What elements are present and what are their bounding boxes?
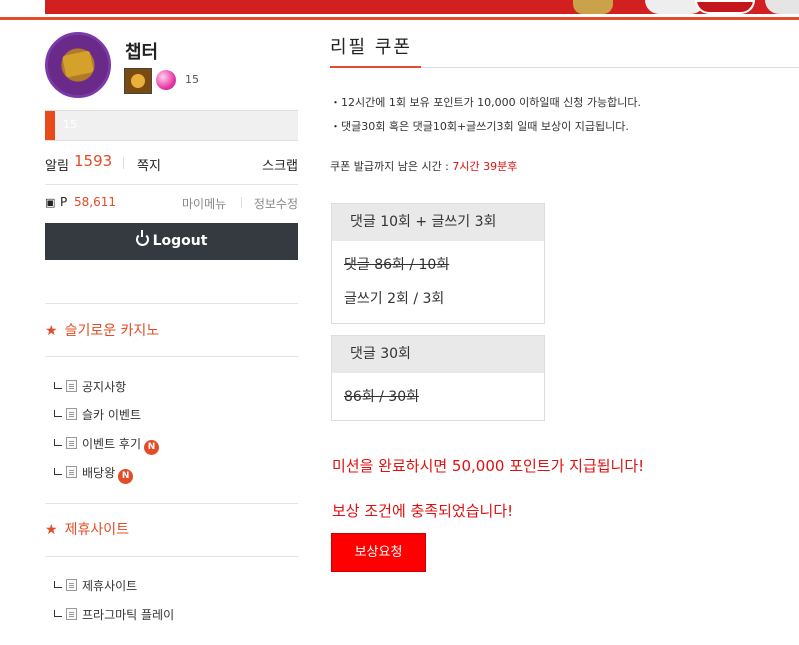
edit-info-link[interactable]: 정보수정	[254, 195, 298, 212]
exp-progress-fill	[45, 111, 56, 140]
divider	[45, 356, 298, 357]
menu-item-label: 이벤트 후기	[82, 437, 142, 451]
menu-item-dividend-king[interactable]: 배당왕 N	[54, 464, 134, 484]
pink-ball-icon	[156, 70, 176, 90]
title-underline	[330, 66, 421, 68]
star-icon: ★	[45, 323, 58, 339]
mission-complete-message: 미션을 완료하시면 50,000 포인트가 지급됩니다!	[332, 457, 645, 475]
menu-item-event-review[interactable]: 이벤트 후기 N	[54, 435, 160, 455]
profile-card: 챕터 15	[45, 30, 298, 105]
coupon-timer: 쿠폰 발급까지 남은 시간 : 7시간 39분후	[330, 158, 517, 174]
separator	[123, 157, 124, 169]
alarm-link[interactable]: 알림	[45, 155, 69, 174]
tree-branch-icon	[54, 382, 62, 389]
scrap-link[interactable]: 스크랩	[262, 155, 298, 174]
mission-box-comment-post: 댓글 10회 + 글쓰기 3회 댓글 86회 / 10회 글쓰기 2회 / 3회	[331, 203, 545, 324]
document-icon	[66, 380, 77, 392]
tree-branch-icon	[54, 439, 62, 446]
mission-head: 댓글 10회 + 글쓰기 3회	[332, 204, 544, 241]
alarm-count[interactable]: 1593	[74, 152, 112, 170]
menu-item-label: 프라그마틱 플레이	[82, 608, 175, 622]
exp-progress-label: 15	[63, 118, 77, 131]
tree-branch-icon	[54, 581, 62, 588]
memo-link[interactable]: 쪽지	[137, 155, 161, 174]
section-title-partners[interactable]: ★ 제휴사이트	[45, 519, 129, 539]
mission-head: 댓글 30회	[332, 336, 544, 373]
top-banner[interactable]	[45, 0, 799, 14]
section-title-label: 제휴사이트	[64, 522, 129, 538]
menu-item-label: 공지사항	[82, 380, 127, 394]
menu-item-partner-site[interactable]: 제휴사이트	[54, 577, 137, 593]
point-value: 58,611	[74, 195, 116, 209]
star-icon: ★	[45, 522, 58, 538]
gift-icon: ▣	[45, 196, 56, 209]
coupon-rule: ・댓글30회 혹은 댓글10회+글쓰기3회 일때 보상이 지급됩니다.	[330, 120, 629, 133]
mission-progress: 86회 / 30회	[344, 389, 420, 405]
mission-box-comment: 댓글 30회 86회 / 30회	[331, 335, 545, 421]
divider	[45, 184, 298, 185]
logout-label: Logout	[152, 233, 208, 249]
document-icon	[66, 466, 77, 478]
page-title: 리필 쿠폰	[330, 37, 412, 58]
tree-branch-icon	[54, 610, 62, 617]
header-divider	[0, 17, 799, 20]
exp-progress-bar: 15	[45, 110, 298, 141]
mission-progress: 글쓰기 2회 / 3회	[344, 291, 445, 307]
menu-item-notice[interactable]: 공지사항	[54, 378, 126, 394]
reward-eligible-message: 보상 조건에 충족되었습니다!	[332, 502, 514, 520]
menu-item-label: 배당왕	[82, 466, 116, 480]
menu-item-label: 슬카 이벤트	[82, 408, 142, 422]
menu-item-label: 제휴사이트	[82, 579, 138, 593]
mymenu-link[interactable]: 마이메뉴	[182, 195, 226, 212]
banner-graphic	[695, 0, 755, 14]
point-prefix: P	[60, 195, 68, 209]
new-badge: N	[118, 469, 134, 484]
sidebar: 챕터 15 15 알림 1593 쪽지 스크랩 ▣ P 58,611 마이메뉴 …	[45, 30, 298, 622]
timer-label: 쿠폰 발급까지 남은 시간 :	[330, 160, 453, 173]
menu-item-pragmatic-play[interactable]: 프라그마틱 플레이	[54, 606, 174, 622]
timer-value: 7시간 39분후	[452, 160, 518, 173]
nickname: 챕터	[125, 42, 159, 63]
tree-branch-icon	[54, 410, 62, 417]
avatar[interactable]	[45, 32, 111, 98]
separator	[241, 197, 242, 208]
reward-request-button[interactable]: 보상요청	[331, 533, 426, 572]
point-row: ▣ P 58,611 마이메뉴 정보수정	[45, 194, 298, 212]
power-icon	[135, 230, 149, 246]
document-icon	[66, 608, 77, 620]
tree-branch-icon	[54, 468, 62, 475]
new-badge: N	[144, 440, 160, 455]
level-badge-icon	[124, 68, 152, 94]
document-icon	[66, 408, 77, 420]
coupon-rule: ・12시간에 1회 보유 포인트가 10,000 이하일때 신청 가능합니다.	[330, 96, 641, 109]
menu-item-event[interactable]: 슬카 이벤트	[54, 406, 141, 422]
banner-graphic	[765, 0, 799, 14]
document-icon	[66, 437, 77, 449]
divider	[45, 556, 298, 557]
document-icon	[66, 579, 77, 591]
mission-progress: 댓글 86회 / 10회	[344, 257, 450, 273]
section-title-label: 슬기로운 카지노	[64, 323, 160, 339]
divider	[45, 303, 298, 304]
section-title-casino[interactable]: ★ 슬기로운 카지노	[45, 320, 159, 340]
divider	[45, 503, 298, 504]
logout-button[interactable]: Logout	[45, 223, 298, 260]
account-links-row: 알림 1593 쪽지 스크랩	[45, 152, 298, 174]
banner-graphic	[573, 0, 613, 14]
level-number: 15	[185, 73, 199, 86]
